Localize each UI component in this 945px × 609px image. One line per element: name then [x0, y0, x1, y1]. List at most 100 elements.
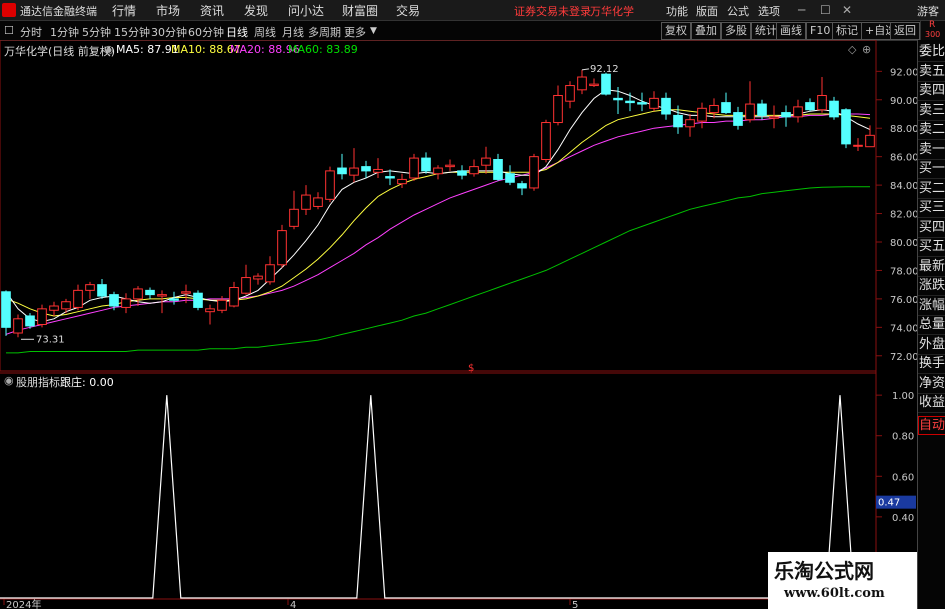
- candle-body-down: [169, 298, 179, 301]
- guest-label[interactable]: 游客: [917, 3, 939, 19]
- candle: [289, 190, 299, 230]
- period-checkbox-icon[interactable]: ☐: [4, 24, 14, 37]
- candle-body-down: [637, 102, 647, 105]
- quote-side-panel: 委比 卖五 卖四 卖三 卖二 卖一 买一 买二 买三 买四 买五 最新 涨跌 涨幅 总量 外盘 换手 净资 收益自动: [917, 40, 945, 609]
- candle-body-down: [661, 97, 671, 115]
- candle: [373, 158, 383, 178]
- auto-button[interactable]: 自动: [918, 415, 945, 435]
- menu-ask[interactable]: 问小达: [288, 2, 324, 19]
- side-item-17[interactable]: 净资: [918, 375, 945, 394]
- sub-tick-label-0: 1.00: [892, 391, 914, 402]
- side-item-6[interactable]: 买一: [918, 160, 945, 179]
- side-item-8[interactable]: 买三: [918, 199, 945, 218]
- menu-function[interactable]: 功能: [666, 3, 688, 19]
- candle-body-up: [49, 305, 59, 311]
- corner-box[interactable]: R 300: [920, 20, 945, 40]
- y-tick-label-6: 80.00: [890, 238, 917, 249]
- candle-body-up: [349, 167, 359, 176]
- period-5min[interactable]: 5分钟: [82, 24, 111, 40]
- candle-body-down: [97, 284, 107, 297]
- side-item-1[interactable]: 卖五: [918, 63, 945, 82]
- menu-quotes[interactable]: 行情: [112, 2, 136, 19]
- menu-options[interactable]: 选项: [758, 3, 780, 19]
- candle: [349, 148, 359, 183]
- menu-trade[interactable]: 交易: [396, 2, 420, 19]
- period-daily[interactable]: 日线: [226, 24, 248, 40]
- side-item-9[interactable]: 买四: [918, 219, 945, 238]
- candle-body-down: [841, 109, 851, 145]
- menu-layout[interactable]: 版面: [696, 3, 718, 19]
- menu-news[interactable]: 资讯: [200, 2, 224, 19]
- side-item-14[interactable]: 总量: [918, 316, 945, 335]
- period-weekly[interactable]: 周线: [254, 24, 276, 40]
- candle-body-down: [721, 102, 731, 114]
- candle-body-up: [481, 157, 491, 166]
- menu-wealth[interactable]: 财富圈: [342, 2, 378, 19]
- period-tick[interactable]: 分时: [20, 24, 42, 40]
- candle-body-up: [409, 157, 419, 179]
- minimize-icon[interactable]: ─: [798, 3, 805, 17]
- x-label-0: 2024年: [6, 598, 41, 609]
- candle: [817, 77, 827, 113]
- candle: [133, 286, 143, 306]
- more-arrow-icon[interactable]: ▼: [370, 26, 377, 36]
- candle-body-down: [421, 157, 431, 172]
- side-item-13[interactable]: 涨幅: [918, 297, 945, 316]
- multi-stock-button[interactable]: 多股: [721, 22, 751, 40]
- candle: [337, 153, 347, 180]
- candle: [385, 169, 395, 186]
- candle: [433, 165, 443, 180]
- period-multi[interactable]: 多周期: [308, 24, 341, 40]
- candle: [13, 314, 23, 338]
- period-1min[interactable]: 1分钟: [50, 24, 79, 40]
- side-item-15[interactable]: 外盘: [918, 336, 945, 355]
- stock-title: 万华化学: [590, 5, 634, 18]
- side-item-16[interactable]: 换手: [918, 355, 945, 374]
- candle-body-down: [361, 166, 371, 172]
- mark-button[interactable]: 标记: [832, 22, 862, 40]
- side-item-12[interactable]: 涨跌: [918, 277, 945, 296]
- back-button[interactable]: 返回: [890, 22, 920, 40]
- period-15min[interactable]: 15分钟: [114, 24, 150, 40]
- y-tick-label-7: 78.00: [890, 266, 917, 277]
- period-30min[interactable]: 30分钟: [151, 24, 187, 40]
- draw-line-button[interactable]: 画线: [776, 22, 806, 40]
- side-item-7[interactable]: 买二: [918, 180, 945, 199]
- candle-body-up: [433, 167, 443, 175]
- side-item-11[interactable]: 最新: [918, 258, 945, 277]
- high-pointer: [581, 68, 590, 71]
- side-item-0[interactable]: 委比: [918, 43, 945, 62]
- side-item-5[interactable]: 卖一: [918, 141, 945, 160]
- side-item-10[interactable]: 买五: [918, 238, 945, 257]
- login-notice[interactable]: 证券交易未登录: [514, 3, 591, 19]
- menu-discover[interactable]: 发现: [244, 2, 268, 19]
- candle: [517, 180, 527, 196]
- overlay-button[interactable]: 叠加: [691, 22, 721, 40]
- side-item-3[interactable]: 卖三: [918, 102, 945, 121]
- candle-body-up: [121, 298, 131, 308]
- candle-body-down: [781, 112, 791, 118]
- period-more[interactable]: 更多: [344, 24, 366, 40]
- side-item-2[interactable]: 卖四: [918, 82, 945, 101]
- maximize-icon[interactable]: ☐: [820, 3, 831, 17]
- f10-button[interactable]: F10: [806, 22, 835, 40]
- indicator-name: 股朋指标: [16, 376, 60, 389]
- adjust-button[interactable]: 复权: [661, 22, 691, 40]
- watermark-title: 乐淘公式网: [774, 559, 874, 583]
- menu-market[interactable]: 市场: [156, 2, 180, 19]
- period-60min[interactable]: 60分钟: [188, 24, 224, 40]
- title-bar: 通达信金融终端 行情 市场 资讯 发现 问小达 财富圈 交易 证券交易未登录 万…: [0, 0, 945, 21]
- candle-body-up: [793, 106, 803, 118]
- candle: [589, 78, 599, 87]
- candle: [685, 114, 695, 137]
- indicator-toggle-icon[interactable]: ◉: [4, 374, 14, 387]
- menu-formula[interactable]: 公式: [727, 3, 749, 19]
- side-item-18[interactable]: 收益: [918, 394, 945, 413]
- kline-chart[interactable]: 92.00 90.00 88.00 86.00 84.00 82.00 80.00 78.00…: [0, 40, 917, 609]
- side-item-4[interactable]: 卖二: [918, 121, 945, 140]
- high-label: 92.12: [590, 64, 619, 75]
- period-monthly[interactable]: 月线: [282, 24, 304, 40]
- close-icon[interactable]: ✕: [842, 3, 852, 17]
- candle-body-up: [253, 275, 263, 280]
- candle: [793, 99, 803, 123]
